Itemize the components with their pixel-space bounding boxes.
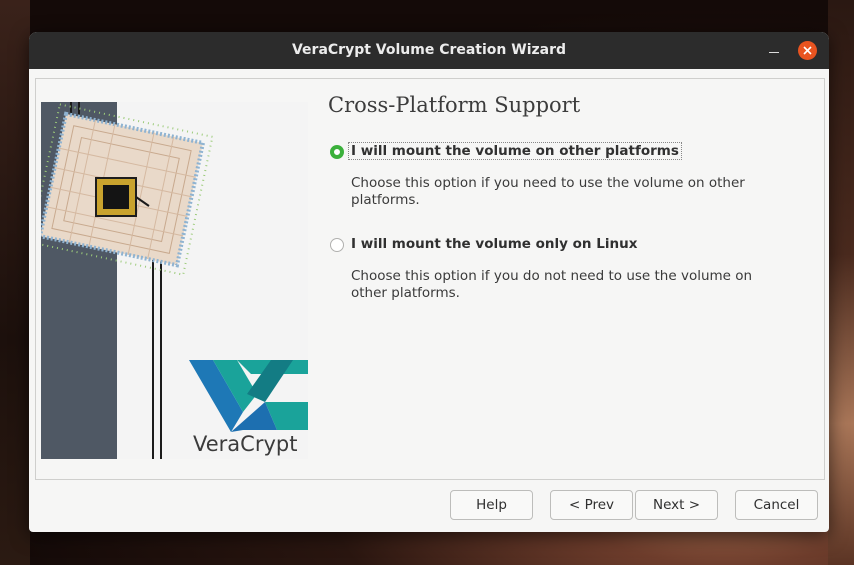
close-icon (803, 46, 812, 55)
radio-linux-only[interactable] (330, 238, 344, 252)
chip-illustration (41, 102, 308, 459)
option-desc-other-platforms-line1: Choose this option if you need to use th… (351, 175, 745, 191)
veracrypt-logo-text: VeraCrypt (193, 432, 298, 456)
option-desc-other-platforms-line2: platforms. (351, 192, 420, 208)
cancel-button[interactable]: Cancel (735, 490, 818, 520)
desktop-background (0, 0, 30, 565)
minimize-button[interactable] (766, 44, 782, 58)
option-label-linux-only[interactable]: I will mount the volume only on Linux (351, 236, 637, 252)
wizard-window: VeraCrypt Volume Creation Wizard VeraCry… (29, 32, 829, 532)
wizard-content-frame: VeraCrypt Cross-Platform Support I will … (35, 78, 825, 480)
close-button[interactable] (798, 41, 817, 60)
desktop-background-right (828, 0, 854, 565)
prev-button[interactable]: < Prev (550, 490, 633, 520)
page-heading: Cross-Platform Support (328, 93, 581, 117)
option-label-other-platforms[interactable]: I will mount the volume on other platfor… (348, 142, 682, 160)
option-desc-linux-only-line1: Choose this option if you do not need to… (351, 268, 753, 284)
next-button[interactable]: Next > (635, 490, 718, 520)
option-desc-linux-only-line2: other platforms. (351, 285, 460, 301)
help-button[interactable]: Help (450, 490, 533, 520)
radio-other-platforms[interactable] (330, 145, 344, 159)
window-title: VeraCrypt Volume Creation Wizard (291, 42, 567, 58)
title-bar[interactable]: VeraCrypt Volume Creation Wizard (29, 32, 829, 69)
minimize-icon (769, 52, 779, 53)
wizard-side-image: VeraCrypt (41, 102, 308, 459)
